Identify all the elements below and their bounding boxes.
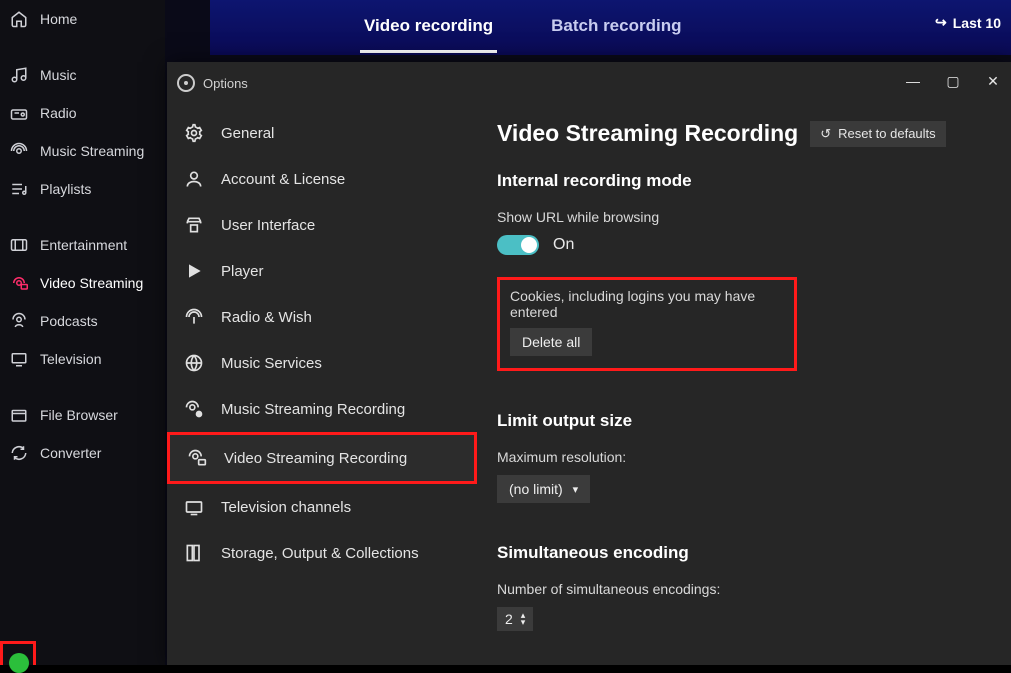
annotation-highlight bbox=[0, 641, 36, 665]
reset-defaults-button[interactable]: ↺ Reset to defaults bbox=[810, 121, 945, 147]
settings-nav-label: Account & License bbox=[221, 171, 345, 188]
settings-nav-label: General bbox=[221, 125, 274, 142]
settings-nav-video-streaming-rec[interactable]: Video Streaming Recording bbox=[167, 432, 477, 484]
settings-content: Video Streaming Recording ↺ Reset to def… bbox=[477, 62, 1011, 665]
video-rec-icon bbox=[186, 447, 208, 469]
settings-nav-music-services[interactable]: Music Services bbox=[167, 340, 477, 386]
tv-channels-icon bbox=[183, 496, 205, 518]
settings-nav-label: Storage, Output & Collections bbox=[221, 545, 419, 562]
settings-nav-label: Video Streaming Recording bbox=[224, 450, 407, 467]
ui-icon bbox=[183, 214, 205, 236]
sidebar-item-label: Television bbox=[40, 351, 101, 367]
converter-icon bbox=[10, 444, 28, 462]
options-window: Options — ▢ ✕ General Account & License … bbox=[167, 62, 1011, 665]
sidebar-item-radio[interactable]: Radio bbox=[0, 94, 165, 132]
sidebar-item-label: Radio bbox=[40, 105, 77, 121]
storage-icon bbox=[183, 542, 205, 564]
settings-nav-player[interactable]: Player bbox=[167, 248, 477, 294]
home-icon bbox=[10, 10, 28, 28]
show-url-toggle[interactable] bbox=[497, 235, 539, 255]
delete-all-button[interactable]: Delete all bbox=[510, 328, 592, 356]
settings-nav-label: User Interface bbox=[221, 217, 315, 234]
stepper-value: 2 bbox=[505, 611, 513, 627]
stepper-arrows-icon: ▴▾ bbox=[521, 612, 526, 626]
redo-icon: ↪ bbox=[935, 14, 947, 31]
podcasts-icon bbox=[10, 312, 28, 330]
section-simultaneous: Simultaneous encoding bbox=[497, 543, 991, 563]
sidebar-item-video-streaming[interactable]: Video Streaming bbox=[0, 264, 165, 302]
player-icon bbox=[183, 260, 205, 282]
select-value: (no limit) bbox=[509, 481, 563, 497]
simul-encodings-stepper[interactable]: 2 ▴▾ bbox=[497, 607, 533, 631]
music-streaming-icon bbox=[10, 142, 28, 160]
sidebar-item-label: Video Streaming bbox=[40, 275, 143, 291]
window-title: Options bbox=[203, 76, 248, 91]
playlists-icon bbox=[10, 180, 28, 198]
music-services-icon bbox=[183, 352, 205, 374]
settings-nav-account[interactable]: Account & License bbox=[167, 156, 477, 202]
television-icon bbox=[10, 350, 28, 368]
sidebar-item-label: Playlists bbox=[40, 181, 91, 197]
max-resolution-select[interactable]: (no limit) ▾ bbox=[497, 475, 590, 503]
sidebar-item-label: Podcasts bbox=[40, 313, 98, 329]
entertainment-icon bbox=[10, 236, 28, 254]
settings-nav-general[interactable]: General bbox=[167, 110, 477, 156]
radio-icon bbox=[10, 104, 28, 122]
simul-encodings-label: Number of simultaneous encodings: bbox=[497, 581, 991, 597]
settings-nav-label: Music Services bbox=[221, 355, 322, 372]
chevron-down-icon: ▾ bbox=[573, 483, 579, 496]
app-logo-icon bbox=[177, 74, 195, 92]
tab-video-recording[interactable]: Video recording bbox=[360, 2, 497, 53]
cookies-section-highlight: Cookies, including logins you may have e… bbox=[497, 277, 797, 371]
main-sidebar: Home Music Radio Music Streaming Playlis… bbox=[0, 0, 165, 665]
reset-icon: ↺ bbox=[820, 126, 831, 142]
section-limit-output: Limit output size bbox=[497, 411, 991, 431]
file-browser-icon bbox=[10, 406, 28, 424]
settings-nav-ui[interactable]: User Interface bbox=[167, 202, 477, 248]
sidebar-item-entertainment[interactable]: Entertainment bbox=[0, 226, 165, 264]
sidebar-item-playlists[interactable]: Playlists bbox=[0, 170, 165, 208]
max-resolution-label: Maximum resolution: bbox=[497, 449, 991, 465]
radio-wish-icon bbox=[183, 306, 205, 328]
music-icon bbox=[10, 66, 28, 84]
gear-icon bbox=[183, 122, 205, 144]
settings-nav-tv-channels[interactable]: Television channels bbox=[167, 484, 477, 530]
section-internal-mode: Internal recording mode bbox=[497, 171, 991, 191]
music-rec-icon bbox=[183, 398, 205, 420]
settings-nav-label: Music Streaming Recording bbox=[221, 401, 405, 418]
sidebar-item-music-streaming[interactable]: Music Streaming bbox=[0, 132, 165, 170]
sidebar-item-label: Entertainment bbox=[40, 237, 127, 253]
top-tabs: Video recording Batch recording bbox=[360, 2, 685, 53]
page-title: Video Streaming Recording bbox=[497, 120, 798, 147]
sidebar-item-label: Home bbox=[40, 11, 77, 27]
last-button[interactable]: ↪ Last 10 bbox=[935, 14, 1001, 31]
settings-nav-radio-wish[interactable]: Radio & Wish bbox=[167, 294, 477, 340]
settings-nav: General Account & License User Interface… bbox=[167, 62, 477, 665]
status-dot-icon bbox=[9, 653, 29, 673]
reset-label: Reset to defaults bbox=[838, 126, 936, 141]
sidebar-item-label: Music bbox=[40, 67, 77, 83]
sidebar-item-converter[interactable]: Converter bbox=[0, 434, 165, 472]
toggle-state: On bbox=[553, 236, 574, 254]
top-header: Video recording Batch recording ↪ Last 1… bbox=[210, 0, 1011, 55]
sidebar-item-label: Music Streaming bbox=[40, 143, 144, 159]
settings-nav-storage[interactable]: Storage, Output & Collections bbox=[167, 530, 477, 576]
tab-batch-recording[interactable]: Batch recording bbox=[547, 2, 685, 53]
sidebar-item-podcasts[interactable]: Podcasts bbox=[0, 302, 165, 340]
sidebar-item-home[interactable]: Home bbox=[0, 0, 165, 38]
cookies-label: Cookies, including logins you may have e… bbox=[510, 288, 784, 320]
sidebar-item-file-browser[interactable]: File Browser bbox=[0, 396, 165, 434]
settings-nav-label: Television channels bbox=[221, 499, 351, 516]
settings-nav-music-streaming-rec[interactable]: Music Streaming Recording bbox=[167, 386, 477, 432]
sidebar-item-music[interactable]: Music bbox=[0, 56, 165, 94]
sidebar-item-label: File Browser bbox=[40, 407, 118, 423]
settings-nav-label: Player bbox=[221, 263, 264, 280]
sidebar-item-television[interactable]: Television bbox=[0, 340, 165, 378]
sidebar-item-label: Converter bbox=[40, 445, 101, 461]
show-url-label: Show URL while browsing bbox=[497, 209, 991, 225]
video-streaming-icon bbox=[10, 274, 28, 292]
settings-nav-label: Radio & Wish bbox=[221, 309, 312, 326]
account-icon bbox=[183, 168, 205, 190]
last-label: Last 10 bbox=[953, 15, 1001, 31]
